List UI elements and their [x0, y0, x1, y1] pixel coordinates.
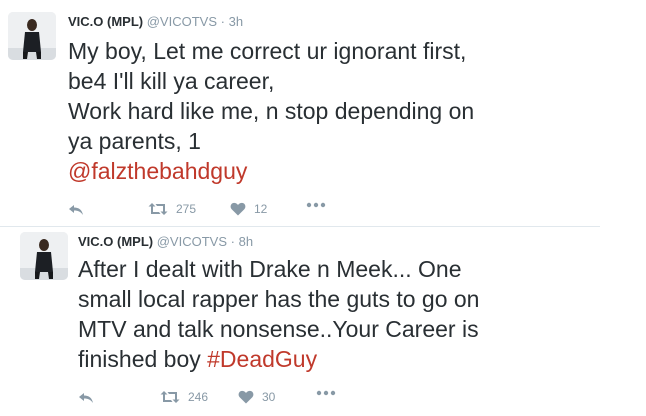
avatar-image [20, 232, 68, 280]
tweet[interactable]: VIC.O (MPL) @VICOTVS · 3h My boy, Let me… [0, 0, 600, 226]
timeline: VIC.O (MPL) @VICOTVS · 3h My boy, Let me… [0, 0, 646, 416]
like-button[interactable]: 12 [230, 202, 267, 216]
retweet-count: 246 [188, 390, 209, 404]
like-count: 12 [254, 202, 268, 216]
tweet-header: VIC.O (MPL) @VICOTVS · 8h [78, 234, 253, 249]
reply-button[interactable] [78, 390, 94, 404]
like-button[interactable]: 30 [238, 390, 275, 404]
tweet-text-line: My boy, Let me correct ur ignorant first… [68, 38, 467, 64]
tweet-text: My boy, Let me correct ur ignorant first… [68, 36, 588, 186]
tweet[interactable]: VIC.O (MPL) @VICOTVS · 8h After I dealt … [0, 226, 600, 416]
retweet-count: 275 [176, 202, 197, 216]
username[interactable]: @VICOTVS [147, 14, 217, 29]
tweet-text-line: MTV and talk nonsense..Your Career is [78, 316, 479, 342]
timestamp[interactable]: 3h [229, 14, 243, 29]
tweet-text-line: small local rapper has the guts to go on [78, 286, 480, 312]
reply-button[interactable] [68, 202, 84, 216]
tweet-text: After I dealt with Drake n Meek... One s… [78, 254, 578, 374]
avatar-image [8, 12, 56, 60]
avatar[interactable] [20, 232, 68, 280]
reply-icon [78, 390, 94, 404]
more-button[interactable] [316, 390, 336, 396]
retweet-button[interactable]: 246 [160, 390, 208, 404]
more-icon [306, 202, 326, 208]
tweet-text-line: be4 I'll kill ya career, [68, 68, 275, 94]
avatar[interactable] [8, 12, 56, 60]
username[interactable]: @VICOTVS [157, 234, 227, 249]
mention-link[interactable]: @falzthebahdguy [68, 156, 588, 186]
tweet-text-line: finished boy #DeadGuy [78, 344, 578, 374]
retweet-icon [148, 202, 168, 216]
retweet-button[interactable]: 275 [148, 202, 196, 216]
timestamp[interactable]: 8h [239, 234, 253, 249]
hashtag-link[interactable]: #DeadGuy [207, 346, 317, 372]
heart-icon [238, 390, 254, 404]
more-button[interactable] [306, 202, 326, 208]
reply-icon [68, 202, 84, 216]
tweet-header: VIC.O (MPL) @VICOTVS · 3h [68, 14, 243, 29]
like-count: 30 [262, 390, 276, 404]
retweet-icon [160, 390, 180, 404]
heart-icon [230, 202, 246, 216]
tweet-text-line: Work hard like me, n stop depending on [68, 98, 475, 124]
tweet-text-fragment: finished boy [78, 346, 208, 372]
more-icon [316, 390, 336, 396]
display-name[interactable]: VIC.O (MPL) [78, 234, 153, 249]
separator: · [230, 234, 235, 249]
display-name[interactable]: VIC.O (MPL) [68, 14, 143, 29]
tweet-text-line: ya parents, 1 [68, 128, 201, 154]
tweet-text-line: After I dealt with Drake n Meek... One [78, 256, 462, 282]
separator: · [220, 14, 225, 29]
